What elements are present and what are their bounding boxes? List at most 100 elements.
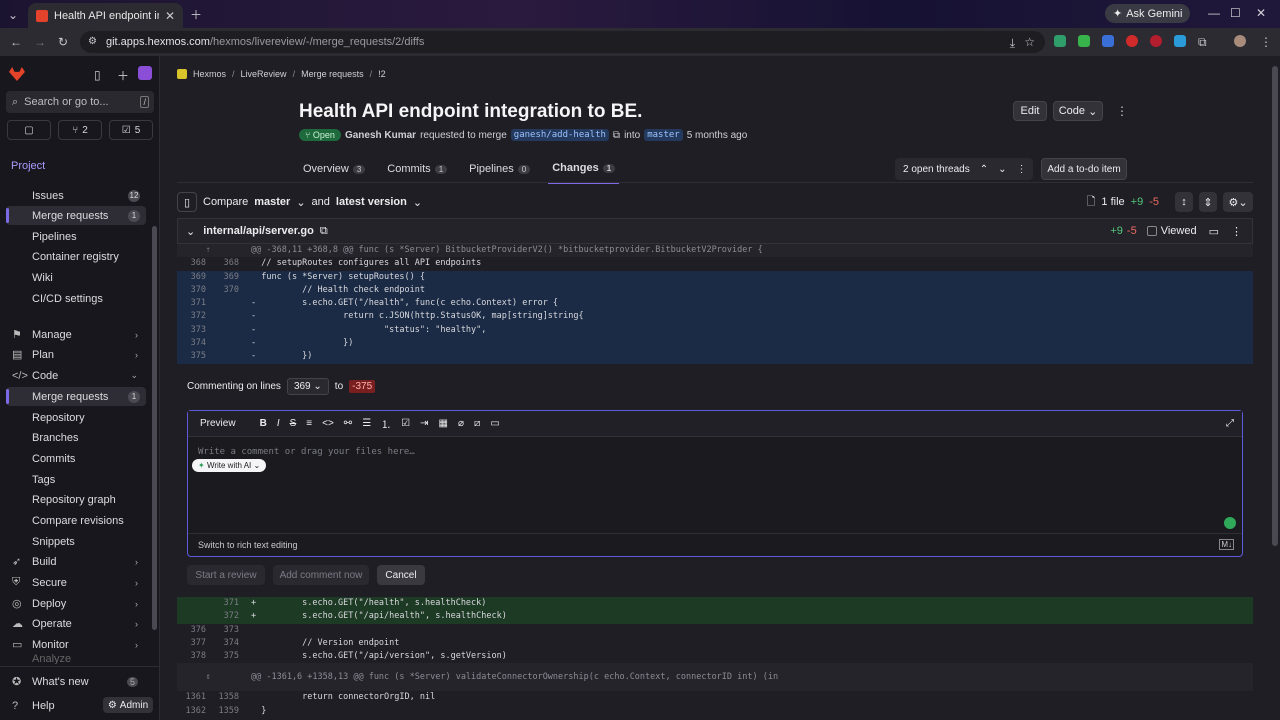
gitlab-logo-icon[interactable] xyxy=(9,67,25,81)
copy-icon[interactable]: ⧉ xyxy=(613,130,620,141)
admin-button[interactable]: ⚙ Admin xyxy=(103,697,153,713)
new-line-number[interactable]: 375 xyxy=(210,650,243,663)
sidebar-group-analyze[interactable]: Analyze xyxy=(6,654,146,664)
old-line-number[interactable]: 371 xyxy=(177,297,210,310)
sidebar-item-issues[interactable]: Issues 12 xyxy=(6,186,146,205)
site-info-icon[interactable]: ⚙ xyxy=(88,36,97,47)
minimize-icon[interactable]: — xyxy=(1208,6,1220,20)
diff-line-selected[interactable]: 373 - "status": "healthy", xyxy=(177,323,1253,338)
new-line-number[interactable]: 368 xyxy=(210,257,243,270)
code-dropdown-button[interactable]: Code ⌄ xyxy=(1053,101,1103,121)
extension-icon[interactable] xyxy=(1054,35,1066,47)
numbered-list-icon[interactable]: ⒈ xyxy=(381,416,391,431)
start-review-button[interactable]: Start a review xyxy=(187,565,265,585)
switch-rich-text-link[interactable]: Switch to rich text editing xyxy=(198,540,298,550)
diff-line[interactable]: 377 374 // Version endpoint xyxy=(177,636,1253,651)
compare-version-dropdown[interactable]: latest version xyxy=(336,196,407,208)
hunk-header[interactable]: ⇕ @@ -1361,6 +1358,13 @@ func (s *Server)… xyxy=(177,663,1253,692)
compare-base-dropdown[interactable]: master xyxy=(254,196,290,208)
extension-icon[interactable] xyxy=(1078,35,1090,47)
strikethrough-icon[interactable]: S xyxy=(290,418,297,429)
sidebar-group-deploy[interactable]: ◎ Deploy › xyxy=(6,594,146,613)
new-line-number[interactable]: 374 xyxy=(210,637,243,650)
slash-command-icon[interactable]: ⧄ xyxy=(474,418,480,429)
reload-icon[interactable]: ↻ xyxy=(58,35,68,49)
threads-control[interactable]: 2 open threads ⌃ ⌄ ⋮ xyxy=(895,158,1033,180)
close-window-icon[interactable]: ✕ xyxy=(1256,6,1266,20)
diff-line-selected[interactable]: 374 - }) xyxy=(177,337,1253,351)
toggle-sidebar-icon[interactable]: ▯ xyxy=(94,68,101,82)
new-tab-icon[interactable]: ＋ xyxy=(190,6,202,23)
new-line-number[interactable]: 372 xyxy=(210,610,243,623)
hunk-header[interactable]: ⇡ @@ -368,11 +368,8 @@ func (s *Server) B… xyxy=(177,244,1253,258)
diff-line-added[interactable]: 372 + s.echo.GET("/api/health", s.healthC… xyxy=(177,610,1253,624)
install-icon[interactable]: ⤓ xyxy=(1010,36,1015,51)
more-icon[interactable]: ⋮ xyxy=(1017,164,1027,175)
write-with-ai-button[interactable]: ✦ Write with AI ⌄ xyxy=(192,459,267,472)
expand-up-icon[interactable]: ⇡ xyxy=(177,244,243,257)
maximize-icon[interactable]: ☐ xyxy=(1230,6,1241,20)
sidebar-group-monitor[interactable]: ▭ Monitor › xyxy=(6,635,146,654)
comment-textarea[interactable]: Write a comment or drag your files here…… xyxy=(188,437,1242,533)
diff-line-selected[interactable]: 371 - s.echo.GET("/health", func(c echo.C… xyxy=(177,297,1253,311)
old-line-number[interactable]: 373 xyxy=(177,324,210,337)
copy-path-icon[interactable]: ⧉ xyxy=(320,225,328,238)
comment-icon[interactable]: ▭ xyxy=(1209,225,1219,238)
sidebar-item-code-merge-requests[interactable]: Merge requests 1 xyxy=(6,387,146,406)
sidebar-item-repository-graph[interactable]: Repository graph xyxy=(6,490,146,509)
sidebar-item-commits[interactable]: Commits xyxy=(6,449,146,468)
collapse-file-icon[interactable]: ⌄ xyxy=(186,225,195,238)
project-label[interactable]: Project xyxy=(11,160,45,172)
breadcrumb-item[interactable]: Hexmos xyxy=(193,69,226,79)
source-branch[interactable]: ganesh/add-health xyxy=(510,129,609,141)
diff-line[interactable]: 1362 1359 } xyxy=(177,704,1253,719)
fullscreen-icon[interactable]: ⤢ xyxy=(1226,418,1234,429)
close-tab-icon[interactable]: ✕ xyxy=(165,9,175,23)
browser-menu-icon[interactable]: ⋮ xyxy=(1260,35,1272,49)
whats-new-link[interactable]: ✪ What's new 5 xyxy=(6,672,146,691)
sidebar-item-snippets[interactable]: Snippets xyxy=(6,532,146,551)
issues-counter[interactable]: ▢ xyxy=(7,120,51,140)
help-link[interactable]: ? Help xyxy=(6,696,96,715)
sidebar-item-branches[interactable]: Branches xyxy=(6,428,146,447)
expand-all-icon[interactable]: ↕ xyxy=(1175,192,1193,212)
old-line-number[interactable]: 369 xyxy=(177,271,210,284)
diff-line[interactable]: 378 375 s.echo.GET("/api/version", s.getV… xyxy=(177,650,1253,664)
new-line-number[interactable]: 373 xyxy=(210,624,243,637)
bold-icon[interactable]: B xyxy=(260,418,267,429)
file-path[interactable]: internal/api/server.go xyxy=(203,225,314,237)
viewed-checkbox[interactable] xyxy=(1146,226,1157,236)
sidebar-item-cicd-settings[interactable]: CI/CD settings xyxy=(6,289,146,308)
diff-line[interactable]: 1361 1358 return connectorOrgID, nil xyxy=(177,691,1253,705)
diff-line[interactable]: 368 368 // setupRoutes configures all API… xyxy=(177,257,1253,271)
task-list-icon[interactable]: ☑ xyxy=(401,418,410,429)
sidebar-item-compare-revisions[interactable]: Compare revisions xyxy=(6,511,146,530)
extension-icon[interactable] xyxy=(1174,35,1186,47)
add-comment-now-button[interactable]: Add comment now xyxy=(273,565,369,585)
extension-icon[interactable] xyxy=(1102,35,1114,47)
sidebar-item-tags[interactable]: Tags xyxy=(6,470,146,489)
grammarly-icon[interactable] xyxy=(1224,517,1236,529)
tab-menu-icon[interactable]: ⌄ xyxy=(8,8,18,22)
new-line-number[interactable] xyxy=(210,350,243,363)
target-branch[interactable]: master xyxy=(644,129,683,141)
diff-line-selected[interactable]: 369 369 func (s *Server) setupRoutes() { xyxy=(177,270,1253,284)
old-line-number[interactable]: 378 xyxy=(177,650,210,663)
tab-commits[interactable]: Commits 1 xyxy=(383,160,451,184)
back-icon[interactable]: ← xyxy=(10,35,22,49)
new-line-number[interactable]: 1359 xyxy=(210,705,243,718)
new-line-number[interactable] xyxy=(210,297,243,310)
page-scrollbar[interactable] xyxy=(1272,66,1278,546)
old-line-number[interactable] xyxy=(177,610,210,623)
sidebar-group-manage[interactable]: ⚑ Manage › xyxy=(6,325,146,344)
search-input[interactable]: ⌕ Search or go to... / xyxy=(6,91,154,113)
new-line-number[interactable]: 1358 xyxy=(210,691,243,704)
old-line-number[interactable]: 374 xyxy=(177,337,210,350)
tab-overview[interactable]: Overview 3 xyxy=(299,160,369,184)
sidebar-group-operate[interactable]: ☁ Operate › xyxy=(6,614,146,633)
breadcrumb-item[interactable]: Merge requests xyxy=(301,69,364,79)
old-line-number[interactable]: 1361 xyxy=(177,691,210,704)
breadcrumb-item[interactable]: !2 xyxy=(378,69,386,79)
new-line-number[interactable] xyxy=(210,324,243,337)
preview-tab[interactable]: Preview xyxy=(200,418,236,429)
